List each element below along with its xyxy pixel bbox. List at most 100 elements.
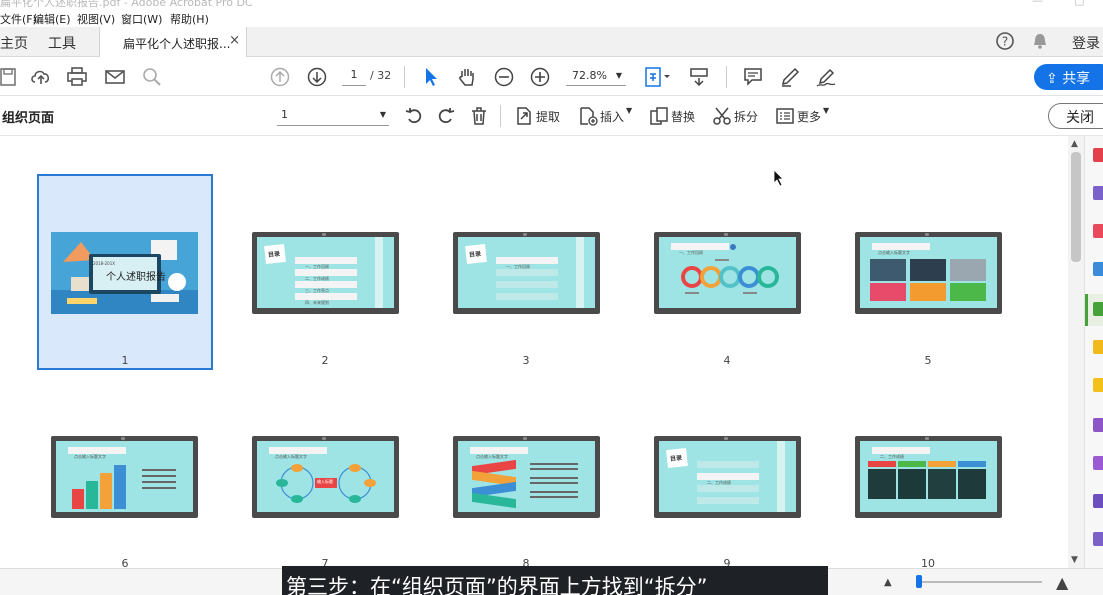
page-number: 1 [121, 354, 129, 367]
tab-document-label: 扁平化个人述职报... [123, 37, 231, 51]
page-3-thumbnail[interactable]: 目录 一、工作回顾 [453, 232, 600, 314]
create-pdf-icon[interactable] [1093, 186, 1103, 200]
scroll-mode-icon[interactable] [688, 66, 710, 88]
slide-header-text: 二、工作成绩 [880, 454, 904, 459]
zoom-out-icon[interactable] [493, 66, 515, 88]
restore-icon[interactable]: □ [1074, 0, 1084, 7]
save-icon[interactable] [0, 66, 22, 88]
slide-toc: 目录 一、工作回顾 二、工作成绩 三、工作亮点 四、未来规划 [257, 237, 394, 308]
menu-edit[interactable]: 编辑(E) [33, 11, 71, 27]
extract-button[interactable]: 提取 [514, 106, 560, 126]
combine-files-icon[interactable] [1093, 340, 1103, 354]
select-cursor-icon[interactable] [420, 66, 442, 88]
split-label: 拆分 [734, 110, 759, 124]
tab-document[interactable]: 扁平化个人述职报... × [99, 27, 247, 57]
thumbnail-larger-icon[interactable]: ▲ [1056, 573, 1068, 592]
color-block [870, 283, 906, 301]
export-pdf-icon[interactable] [1093, 148, 1103, 162]
help-icon[interactable]: ? [995, 31, 1015, 51]
camera-dot [523, 233, 527, 236]
delete-button[interactable] [469, 106, 489, 126]
page-10-thumbnail[interactable]: 二、工作成绩 [855, 436, 1002, 518]
share-button[interactable]: ⇪ 共享 [1034, 64, 1103, 90]
fill-sign-icon[interactable] [1093, 378, 1103, 392]
page-fit-icon[interactable] [643, 66, 673, 88]
menu-file[interactable]: 文件(F) [0, 11, 37, 27]
protect-icon[interactable] [1093, 532, 1103, 546]
insert-button[interactable]: 插入 ▼ [578, 106, 632, 126]
slide-ribbons: 点击输入标题文字 [458, 441, 595, 512]
zoom-in-icon[interactable] [529, 66, 551, 88]
upload-cloud-icon[interactable] [30, 66, 52, 88]
camera-dot [121, 437, 125, 440]
print-icon[interactable] [66, 66, 88, 88]
scroll-down-icon[interactable]: ▼ [1071, 555, 1078, 565]
comment-tool-icon[interactable] [1093, 262, 1103, 276]
menu-help[interactable]: 帮助(H) [170, 11, 209, 27]
page-1-thumbnail[interactable]: 2018-201X 个人述职报告 [51, 232, 198, 314]
page-4-thumbnail[interactable]: 一、工作回顾 [654, 232, 801, 314]
slide-cards: 二、工作成绩 [860, 441, 997, 512]
login-link[interactable]: 登录 [1072, 33, 1100, 53]
bell-icon[interactable] [1031, 32, 1049, 50]
next-page-icon[interactable] [306, 66, 328, 88]
scrollbar-thumb[interactable] [1071, 152, 1081, 262]
chevron-down-icon: ▼ [379, 110, 386, 119]
rotate-left-button[interactable] [404, 106, 424, 126]
page-2-thumbnail[interactable]: 目录 一、工作回顾 二、工作成绩 三、工作亮点 四、未来规划 [252, 232, 399, 314]
thumbnail-size-slider[interactable] [916, 581, 1042, 583]
bar-block [72, 489, 84, 509]
sign-icon[interactable] [815, 66, 837, 88]
toc-item-text: 四、未来规划 [305, 300, 329, 305]
prev-page-icon[interactable] [269, 66, 291, 88]
photo-tile [958, 469, 986, 499]
ribbon [472, 492, 516, 509]
close-tab-icon[interactable]: × [229, 33, 240, 48]
more-button[interactable]: 更多 ▼ [775, 106, 829, 126]
page-9-thumbnail[interactable]: 目录 二、工作成绩 [654, 436, 801, 518]
zoom-select[interactable]: 72.8% ▼ [566, 66, 626, 86]
edit-pdf-icon[interactable] [1093, 224, 1103, 238]
page-7-thumbnail[interactable]: 点击输入标题文字 输入标题 [252, 436, 399, 518]
menu-window[interactable]: 窗口(W) [121, 11, 162, 27]
page-number: 6 [121, 557, 129, 568]
minimize-icon[interactable]: — [1032, 0, 1043, 7]
replace-button[interactable]: 替换 [649, 106, 695, 126]
vertical-scrollbar[interactable]: ▲ ▼ [1068, 136, 1084, 568]
highlight-pen-icon[interactable] [779, 66, 801, 88]
split-button[interactable]: 拆分 [712, 106, 758, 126]
toc-row: 二、工作成绩 [697, 473, 759, 485]
photo-tile [910, 259, 946, 281]
organize-pages-icon[interactable] [1093, 302, 1103, 316]
page-number-input[interactable]: 1 [342, 66, 366, 86]
scan-ocr-icon[interactable] [1093, 456, 1103, 470]
tab-home[interactable]: 主页 [0, 33, 28, 53]
page-6-thumbnail[interactable]: 点击输入标题文字 [51, 436, 198, 518]
thumbnail-smaller-icon[interactable]: ▲ [884, 577, 892, 588]
email-icon[interactable] [104, 66, 126, 88]
hand-tool-icon[interactable] [456, 66, 478, 88]
scroll-up-icon[interactable]: ▲ [1071, 139, 1078, 149]
page-number: 3 [522, 354, 530, 367]
close-organize-button[interactable]: 关闭 [1048, 103, 1103, 129]
menu-view[interactable]: 视图(V) [77, 11, 115, 27]
send-for-signature-icon[interactable] [1093, 418, 1103, 432]
tab-tools[interactable]: 工具 [48, 33, 76, 53]
color-block [958, 461, 986, 467]
cover-year: 2018-201X [93, 261, 115, 266]
color-block [928, 461, 956, 467]
toc-row: 一、工作回顾 [295, 257, 357, 269]
more-label: 更多 [797, 110, 822, 124]
comment-icon[interactable] [742, 66, 764, 88]
optimize-pdf-icon[interactable] [1093, 494, 1103, 508]
text-lines [142, 469, 176, 471]
page-range-select[interactable]: 1 ▼ [277, 106, 389, 126]
slide-header-text: 点击输入标题文字 [476, 454, 508, 459]
page-5-thumbnail[interactable]: 点击输入标题文字 [855, 232, 1002, 314]
page-8-thumbnail[interactable]: 点击输入标题文字 [453, 436, 600, 518]
slider-knob[interactable] [916, 575, 922, 588]
rotate-right-button[interactable] [436, 106, 456, 126]
search-icon[interactable] [141, 66, 163, 88]
slide-header-text: 点击输入标题文字 [878, 250, 910, 255]
photo-tile [870, 259, 906, 281]
